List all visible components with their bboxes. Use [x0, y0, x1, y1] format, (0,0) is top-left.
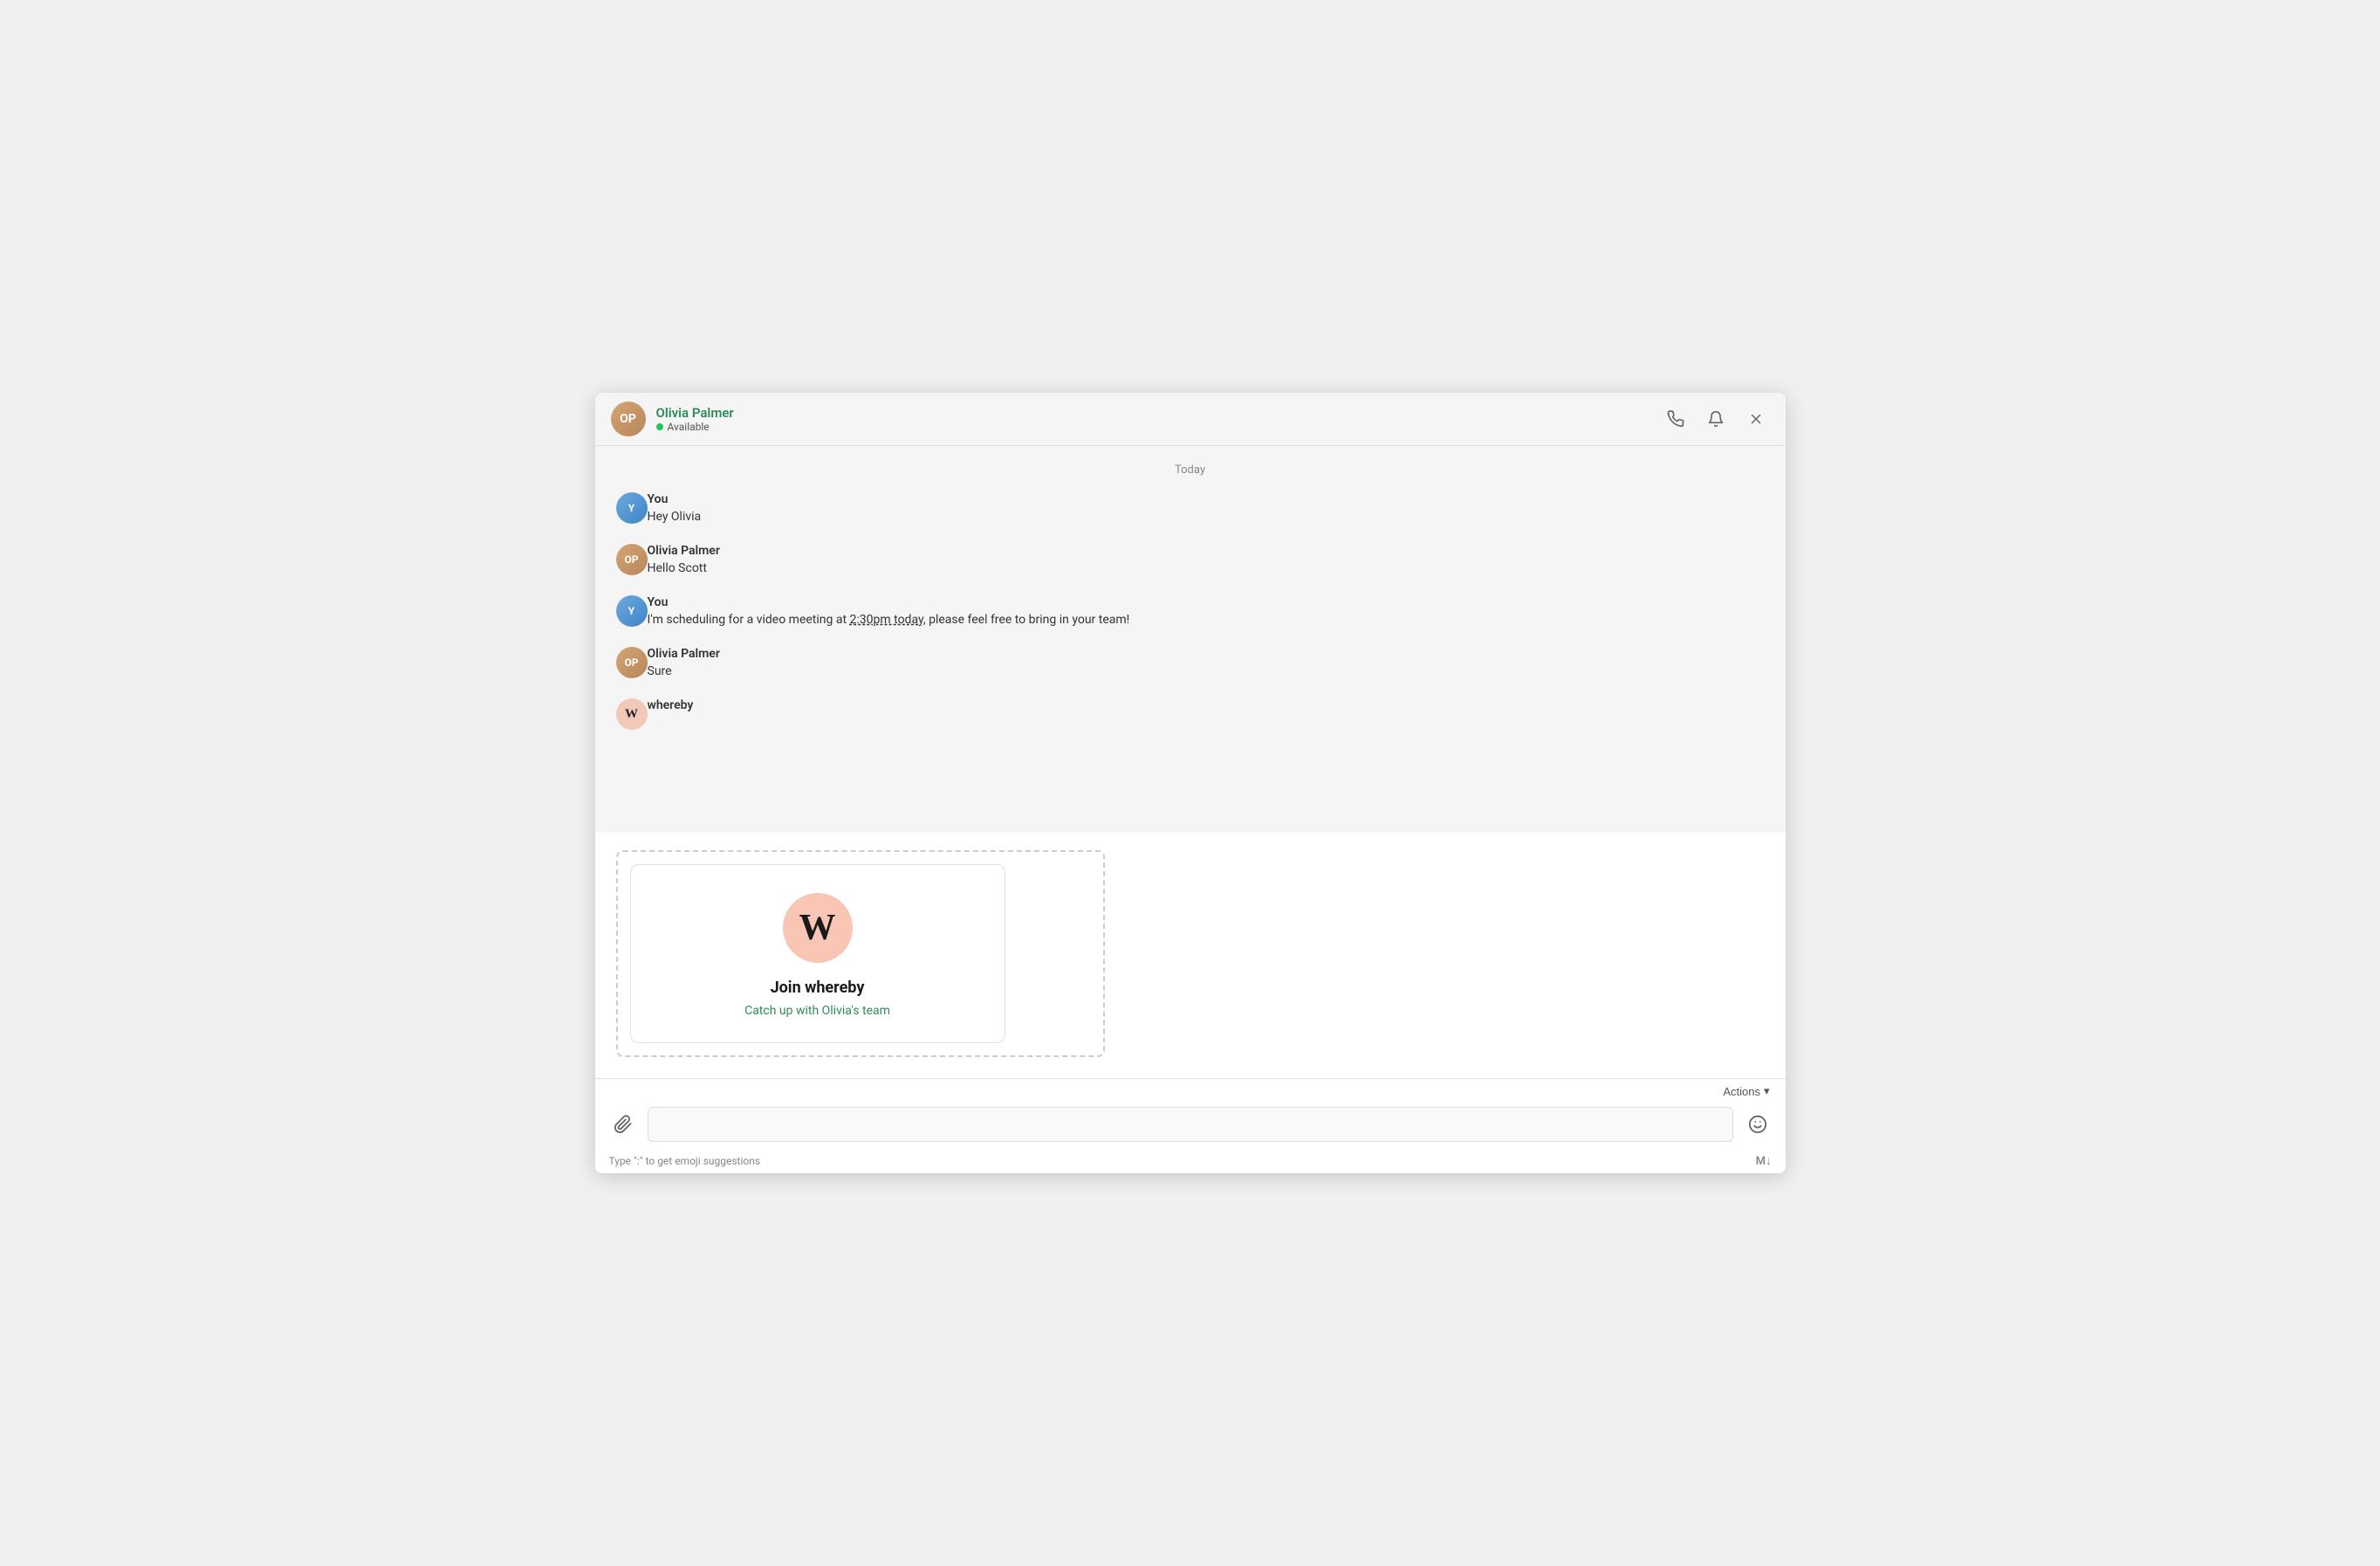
- markdown-icon: M↓: [1756, 1154, 1772, 1168]
- message-text: I'm scheduling for a video meeting at 2:…: [648, 611, 1130, 629]
- avatar-olivia-initials: OP: [624, 656, 638, 669]
- avatar-you-initials: Y: [628, 605, 634, 617]
- whereby-card-title: Join whereby: [771, 979, 865, 997]
- message-content: whereby: [648, 698, 694, 714]
- avatar-olivia-initials: OP: [624, 553, 638, 566]
- contact-status: Available: [656, 421, 1662, 433]
- close-icon: [1748, 411, 1764, 427]
- message-group: W whereby: [616, 698, 1765, 730]
- you-avatar: Y: [616, 595, 648, 627]
- actions-label: Actions: [1723, 1085, 1760, 1098]
- actions-bar: Actions ▾: [595, 1079, 1786, 1102]
- message-input[interactable]: [648, 1107, 1733, 1142]
- whereby-card-link[interactable]: Catch up with Olivia's team: [744, 1004, 890, 1018]
- message-content: You Hey Olivia: [648, 492, 702, 526]
- emoji-hint-bar: Type ":" to get emoji suggestions M↓: [595, 1150, 1786, 1173]
- whereby-card-dashed-border: W Join whereby Catch up with Olivia's te…: [616, 850, 1105, 1057]
- chat-messages-area: Today Y You Hey Olivia OP Olivia Palmer …: [595, 446, 1786, 833]
- message-sender: You: [648, 595, 1130, 609]
- whereby-logo-letter: W: [799, 910, 836, 946]
- actions-button[interactable]: Actions ▾: [1723, 1084, 1769, 1098]
- whereby-logo-circle: W: [783, 893, 853, 963]
- notifications-button[interactable]: [1702, 405, 1730, 433]
- status-dot-icon: [656, 423, 663, 430]
- header-actions: [1662, 405, 1770, 433]
- phone-icon: [1667, 410, 1684, 428]
- olivia-avatar: OP: [616, 544, 648, 575]
- close-button[interactable]: [1742, 405, 1770, 433]
- message-group: OP Olivia Palmer Hello Scott: [616, 544, 1765, 578]
- date-separator: Today: [616, 464, 1765, 477]
- whereby-card[interactable]: W Join whereby Catch up with Olivia's te…: [630, 864, 1005, 1043]
- message-group: OP Olivia Palmer Sure: [616, 647, 1765, 681]
- status-label: Available: [668, 421, 710, 433]
- chat-header: OP Olivia Palmer Available: [595, 393, 1786, 446]
- message-input-row: [595, 1102, 1786, 1150]
- avatar-you-initials: Y: [628, 502, 634, 514]
- actions-chevron-icon: ▾: [1764, 1084, 1770, 1098]
- emoji-button[interactable]: [1742, 1109, 1773, 1140]
- bell-icon: [1707, 410, 1725, 428]
- header-info: Olivia Palmer Available: [656, 405, 1662, 433]
- attach-button[interactable]: [607, 1109, 639, 1140]
- message-sender: You: [648, 492, 702, 506]
- message-group: Y You Hey Olivia: [616, 492, 1765, 526]
- message-text: Hey Olivia: [648, 508, 702, 526]
- message-sender: Olivia Palmer: [648, 544, 720, 558]
- avatar-whereby-initial: W: [625, 707, 638, 722]
- contact-avatar: OP: [611, 402, 646, 436]
- message-content: Olivia Palmer Hello Scott: [648, 544, 720, 578]
- message-content: Olivia Palmer Sure: [648, 647, 720, 681]
- emoji-hint-text: Type ":" to get emoji suggestions: [609, 1155, 761, 1167]
- contact-name: Olivia Palmer: [656, 405, 1662, 421]
- chat-bottom-bar: Actions ▾ Type ":" to get emoji suggesti…: [595, 1078, 1786, 1173]
- message-text: Hello Scott: [648, 560, 720, 578]
- message-sender: Olivia Palmer: [648, 647, 720, 661]
- message-content: You I'm scheduling for a video meeting a…: [648, 595, 1130, 629]
- time-mention: 2:30pm today: [850, 613, 923, 627]
- call-button[interactable]: [1662, 405, 1690, 433]
- message-text: Sure: [648, 663, 720, 681]
- olivia-avatar: OP: [616, 647, 648, 678]
- message-sender: whereby: [648, 698, 694, 712]
- you-avatar: Y: [616, 492, 648, 524]
- avatar-initials: OP: [620, 412, 636, 426]
- whereby-avatar: W: [616, 698, 648, 730]
- whereby-card-area: W Join whereby Catch up with Olivia's te…: [595, 833, 1786, 1078]
- chat-window: OP Olivia Palmer Available Today: [595, 393, 1786, 1173]
- paperclip-icon: [614, 1115, 633, 1134]
- emoji-icon: [1748, 1115, 1767, 1134]
- message-group: Y You I'm scheduling for a video meeting…: [616, 595, 1765, 629]
